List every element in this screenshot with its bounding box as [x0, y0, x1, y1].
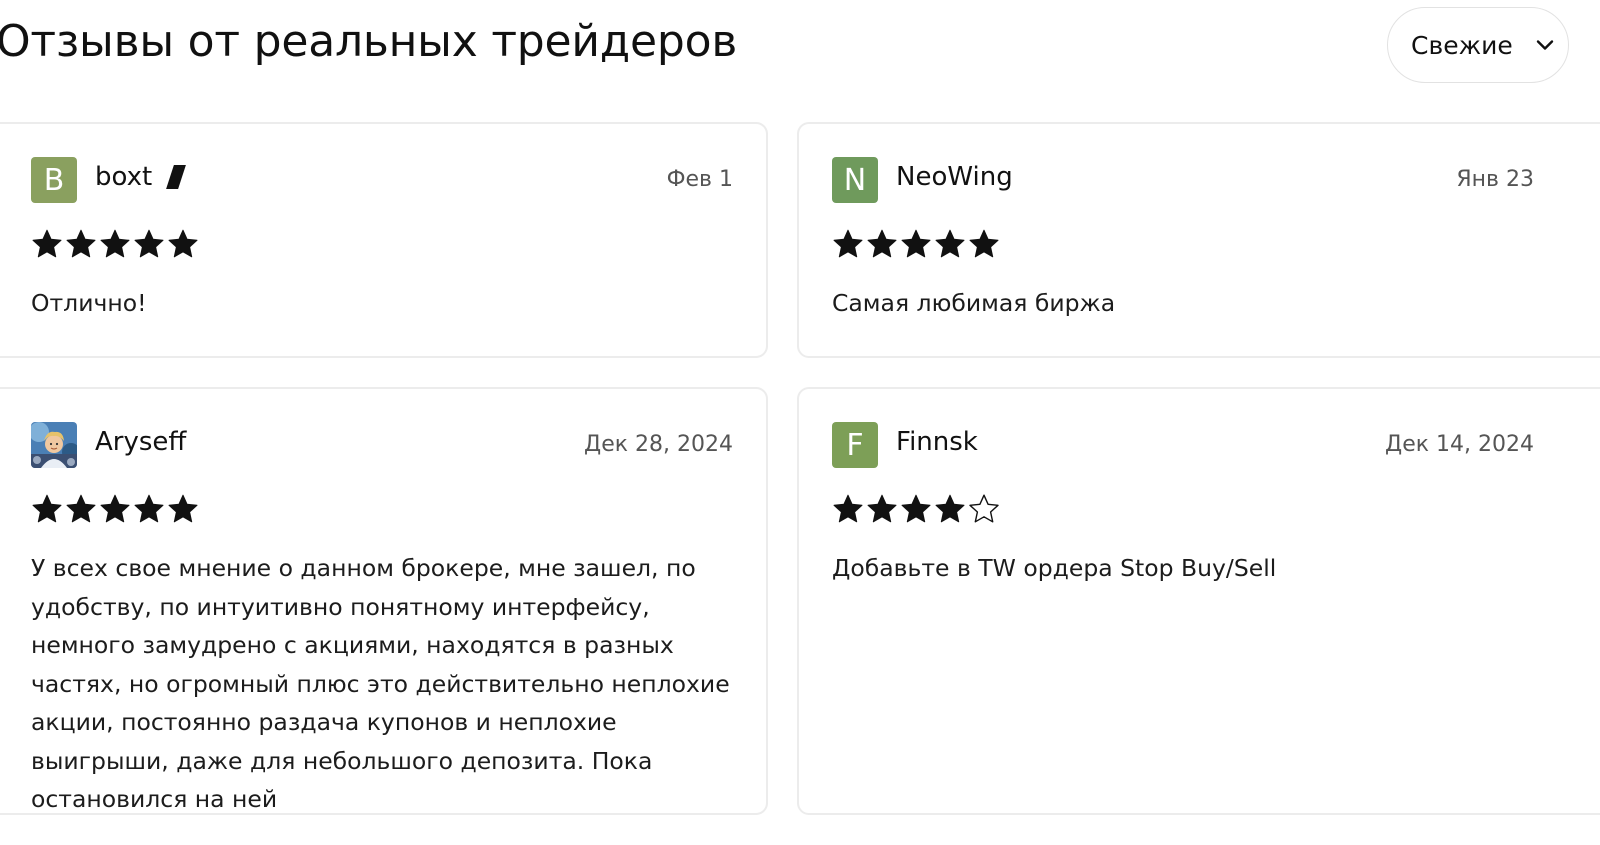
star-filled-icon — [168, 229, 198, 258]
review-card: N NeoWing Янв 23 Самая любимая биржа — [797, 122, 1600, 358]
avatar: N — [832, 157, 878, 203]
review-date: Дек 14, 2024 — [1385, 432, 1534, 457]
avatar: B — [31, 157, 77, 203]
author-name: Finnsk — [896, 427, 978, 457]
star-empty-icon — [969, 494, 999, 523]
star-rating — [31, 493, 199, 525]
star-filled-icon — [134, 229, 164, 258]
star-filled-icon — [833, 494, 863, 523]
review-card: Aryseff Дек 28, 2024 У всех свое мнение … — [0, 387, 768, 815]
star-filled-icon — [66, 229, 96, 258]
star-filled-icon — [100, 229, 130, 258]
star-filled-icon — [867, 229, 897, 258]
reviews-page: Отзывы от реальных трейдеров Свежие B bo… — [0, 0, 1600, 845]
sort-dropdown[interactable]: Свежие — [1387, 7, 1569, 83]
review-author[interactable]: Aryseff — [95, 427, 186, 457]
star-filled-icon — [833, 229, 863, 258]
review-text: Добавьте в TW ордера Stop Buy/Sell — [832, 554, 1277, 582]
star-rating — [31, 228, 199, 260]
author-name: NeoWing — [896, 162, 1013, 192]
star-filled-icon — [32, 494, 62, 523]
star-filled-icon — [901, 494, 931, 523]
author-name: Aryseff — [95, 427, 187, 457]
chevron-down-icon — [1533, 33, 1557, 57]
avatar: F — [832, 422, 878, 468]
star-rating — [832, 228, 1000, 260]
star-rating — [832, 493, 1000, 525]
review-text: У всех свое мнение о данном брокере, мне… — [31, 554, 730, 813]
review-date: Дек 28, 2024 — [584, 432, 733, 457]
review-author[interactable]: boxt — [95, 162, 187, 192]
star-filled-icon — [867, 494, 897, 523]
review-date: Фев 1 — [666, 167, 733, 192]
author-badge-icon — [166, 165, 187, 189]
author-name: boxt — [95, 162, 153, 192]
star-filled-icon — [32, 229, 62, 258]
review-card: F Finnsk Дек 14, 2024 Добавьте в TW орде… — [797, 387, 1600, 815]
star-filled-icon — [935, 229, 965, 258]
review-card: B boxt Фев 1 Отлично! — [0, 122, 768, 358]
star-filled-icon — [168, 494, 198, 523]
page-title: Отзывы от реальных трейдеров — [0, 16, 738, 67]
star-filled-icon — [134, 494, 164, 523]
star-filled-icon — [969, 229, 999, 258]
star-filled-icon — [901, 229, 931, 258]
review-author[interactable]: Finnsk — [896, 427, 978, 457]
photo-avatar-icon — [31, 422, 77, 468]
review-text: Самая любимая биржа — [832, 289, 1116, 317]
review-text: Отлично! — [31, 289, 147, 317]
star-filled-icon — [935, 494, 965, 523]
review-date: Янв 23 — [1456, 167, 1534, 192]
review-author[interactable]: NeoWing — [896, 162, 1013, 192]
star-filled-icon — [100, 494, 130, 523]
sort-selected-label: Свежие — [1411, 30, 1513, 60]
star-filled-icon — [66, 494, 96, 523]
